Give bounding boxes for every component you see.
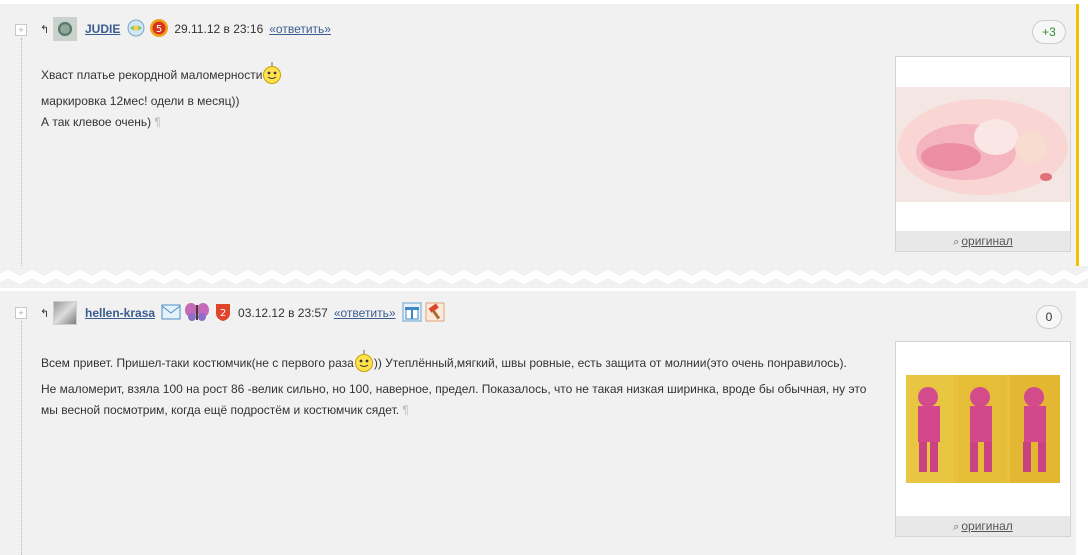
text-line: Не маломерит, взяла 100 на рост 86 -вели… bbox=[41, 382, 867, 396]
hammer-icon[interactable] bbox=[425, 302, 445, 325]
medal-number: 5 bbox=[156, 24, 162, 35]
butterfly-icon[interactable] bbox=[184, 302, 210, 325]
collapse-toggle[interactable]: + bbox=[15, 307, 27, 319]
comment-meta: ↰ hellen-krasa 2 03.12.12 в 23:57 «ответ… bbox=[40, 301, 448, 325]
rating-badge[interactable]: 0 bbox=[1036, 305, 1062, 329]
text-line: мы весной посмотрим, когда ещё подростём… bbox=[41, 403, 400, 417]
medal-number: 2 bbox=[220, 308, 226, 319]
original-link[interactable]: оригинал bbox=[961, 519, 1012, 533]
username-link[interactable]: JUDIE bbox=[85, 22, 120, 36]
magnifier-icon: ⌕ bbox=[953, 521, 960, 533]
globe-badge-icon[interactable] bbox=[126, 18, 146, 41]
photo-thumbnail[interactable]: ⌕ оригинал bbox=[895, 56, 1071, 252]
text-line: А так клевое очень) bbox=[41, 115, 152, 129]
pilcrow: ¶ bbox=[154, 115, 161, 129]
parent-arrow-icon[interactable]: ↰ bbox=[40, 23, 53, 36]
original-bar: ⌕ оригинал bbox=[896, 231, 1070, 251]
mail-icon[interactable] bbox=[161, 303, 181, 324]
comment-2: + ↰ hellen-krasa 2 03.12.12 в 23:57 «отв… bbox=[0, 291, 1076, 555]
comment-separator bbox=[0, 266, 1088, 288]
comment-date: 29.11.12 в 23:16 bbox=[174, 22, 264, 36]
photo-image[interactable] bbox=[896, 342, 1070, 492]
username-link[interactable]: hellen-krasa bbox=[85, 306, 155, 320]
collapse-toggle[interactable]: + bbox=[15, 24, 27, 36]
rating-badge[interactable]: +3 bbox=[1032, 20, 1066, 44]
reply-link[interactable]: «ответить» bbox=[334, 306, 396, 320]
comment-date: 03.12.12 в 23:57 bbox=[238, 306, 328, 320]
smiley-icon bbox=[354, 350, 374, 379]
photo-image[interactable] bbox=[896, 57, 1070, 207]
comment-text: Хваст платье рекордной маломерности марк… bbox=[41, 62, 282, 133]
smiley-icon bbox=[262, 62, 282, 91]
magnifier-icon: ⌕ bbox=[953, 236, 960, 248]
thread-line bbox=[21, 321, 22, 555]
original-bar: ⌕ оригинал bbox=[896, 516, 1070, 536]
avatar[interactable] bbox=[53, 301, 77, 325]
text-line: Хваст платье рекордной маломерности bbox=[41, 68, 263, 82]
reply-link[interactable]: «ответить» bbox=[269, 22, 331, 36]
comment-meta: ↰ JUDIE 5 29.11.12 в 23:16 «ответить» bbox=[40, 17, 337, 41]
medal-2-icon[interactable]: 2 bbox=[213, 302, 233, 325]
photo-thumbnail[interactable]: ⌕ оригинал bbox=[895, 341, 1071, 537]
avatar[interactable] bbox=[53, 17, 77, 41]
gift-icon[interactable] bbox=[402, 302, 422, 325]
rating-value: 0 bbox=[1045, 310, 1053, 324]
thread-line bbox=[21, 38, 22, 268]
parent-arrow-icon[interactable]: ↰ bbox=[40, 307, 53, 320]
text-line: )) Утеплённый,мягкий, швы ровные, есть з… bbox=[373, 356, 847, 370]
pilcrow: ¶ bbox=[402, 403, 409, 417]
comment-1: + ↰ JUDIE 5 29.11.12 в 23:16 «ответить» … bbox=[0, 4, 1079, 270]
medal-5-icon[interactable]: 5 bbox=[149, 18, 169, 41]
text-line: маркировка 12мес! одели в месяц)) bbox=[41, 94, 240, 108]
rating-value: +3 bbox=[1042, 25, 1056, 39]
original-link[interactable]: оригинал bbox=[961, 234, 1012, 248]
text-line: Всем привет. Пришел-таки костюмчик(не с … bbox=[41, 356, 354, 370]
comment-text: Всем привет. Пришел-таки костюмчик(не с … bbox=[41, 350, 866, 421]
